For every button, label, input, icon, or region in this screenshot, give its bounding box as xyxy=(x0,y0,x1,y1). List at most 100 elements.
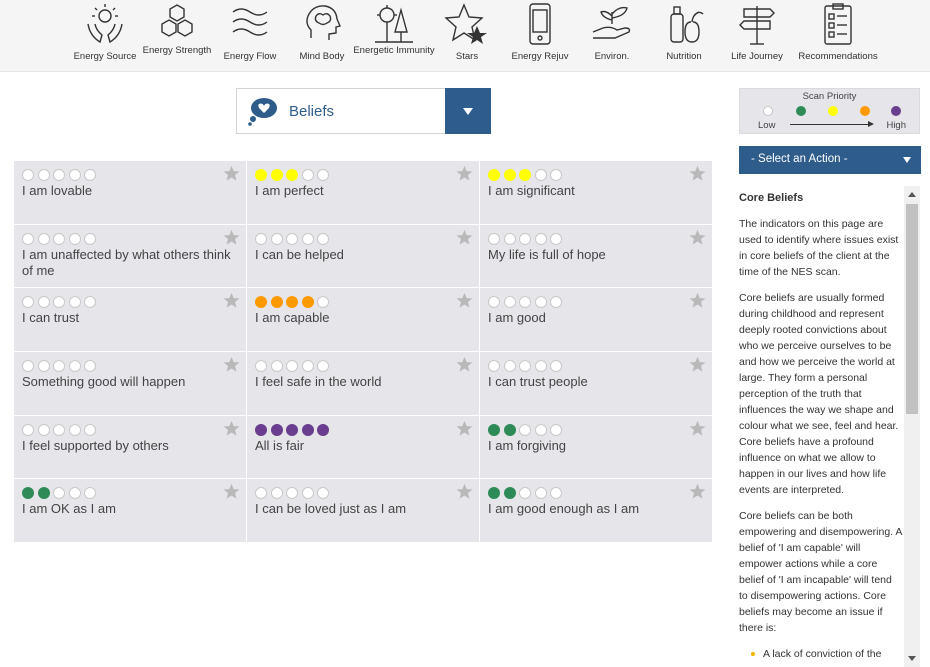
nav-environ[interactable]: Environ. xyxy=(575,0,649,72)
belief-label: All is fair xyxy=(255,437,305,453)
priority-dot xyxy=(286,169,298,181)
info-panel: Core Beliefs The indicators on this page… xyxy=(739,186,903,667)
belief-cell[interactable]: I am good enough as I am xyxy=(480,479,713,543)
priority-dot xyxy=(550,423,562,436)
favorite-star-icon[interactable] xyxy=(223,229,240,246)
priority-dot xyxy=(37,232,50,245)
scroll-down-icon[interactable] xyxy=(908,656,916,661)
favorite-star-icon[interactable] xyxy=(456,229,473,246)
info-scrollbar[interactable] xyxy=(904,186,920,667)
priority-dot xyxy=(534,169,547,181)
favorite-star-icon[interactable] xyxy=(456,292,473,309)
favorite-star-icon[interactable] xyxy=(689,292,706,309)
priority-dot xyxy=(22,423,34,436)
priority-dot xyxy=(488,423,500,436)
belief-cell[interactable]: I am perfect xyxy=(247,161,480,225)
belief-cell[interactable]: I can be helped xyxy=(247,224,480,289)
priority-dot xyxy=(255,296,267,309)
nav-energetic-immunity[interactable]: Energetic Immunity xyxy=(353,0,435,72)
belief-cell[interactable]: I can be loved just as I am xyxy=(247,479,480,543)
favorite-star-icon[interactable] xyxy=(223,483,240,500)
priority-dot xyxy=(270,360,283,372)
favorite-star-icon[interactable] xyxy=(223,165,240,182)
favorite-star-icon[interactable] xyxy=(689,229,706,246)
belief-cell[interactable]: My life is full of hope xyxy=(480,224,713,289)
favorite-star-icon[interactable] xyxy=(689,420,706,437)
priority-dot xyxy=(534,296,547,309)
belief-cell[interactable]: All is fair xyxy=(247,415,480,480)
belief-label: I can trust people xyxy=(488,374,588,389)
priority-dot xyxy=(488,169,500,181)
priority-dot xyxy=(550,232,562,245)
priority-dot xyxy=(301,232,314,245)
priority-dot xyxy=(519,423,531,436)
priority-dot xyxy=(286,296,298,309)
priority-dot xyxy=(22,232,34,245)
waves-icon xyxy=(227,2,273,46)
favorite-star-icon[interactable] xyxy=(456,483,473,500)
priority-dot xyxy=(255,232,267,245)
favorite-star-icon[interactable] xyxy=(689,356,706,373)
nav-energy-rejuv[interactable]: Energy Rejuv xyxy=(503,0,577,72)
nav-recommendations[interactable]: Recommendations xyxy=(798,0,878,72)
nav-life-journey[interactable]: Life Journey xyxy=(720,0,794,72)
priority-dot xyxy=(534,232,547,245)
priority-dot xyxy=(550,360,562,372)
belief-cell[interactable]: I am good xyxy=(480,288,713,352)
favorite-star-icon[interactable] xyxy=(223,292,240,309)
info-paragraph: Core beliefs are usually formed during c… xyxy=(739,292,899,496)
nav-energy-strength[interactable]: Energy Strength xyxy=(140,0,214,72)
virus-tree-icon xyxy=(371,2,417,46)
favorite-star-icon[interactable] xyxy=(223,420,240,437)
belief-cell[interactable]: I can trust people xyxy=(480,352,713,416)
category-dropdown-toggle[interactable] xyxy=(445,88,491,134)
priority-dot xyxy=(22,296,34,309)
priority-dot xyxy=(519,169,531,181)
favorite-star-icon[interactable] xyxy=(456,165,473,182)
belief-cell[interactable]: I am forgiving xyxy=(480,415,713,480)
favorite-star-icon[interactable] xyxy=(223,356,240,373)
belief-cell[interactable]: I am unaffected by what others think of … xyxy=(14,224,247,289)
select-action-dropdown[interactable]: - Select an Action - xyxy=(739,146,921,174)
nav-energy-source[interactable]: Energy Source xyxy=(68,0,142,72)
belief-cell[interactable]: Something good will happen xyxy=(14,352,247,416)
nav-nutrition[interactable]: Nutrition xyxy=(647,0,721,72)
priority-dot xyxy=(301,296,314,309)
priority-dot xyxy=(68,232,81,245)
priority-dot xyxy=(550,169,562,181)
belief-cell[interactable]: I am significant xyxy=(480,161,713,225)
legend-title: Scan Priority xyxy=(802,91,857,102)
hand-plant-icon xyxy=(589,2,635,46)
belief-cell[interactable]: I am capable xyxy=(247,288,480,352)
priority-dot xyxy=(270,169,283,181)
priority-dot xyxy=(519,360,531,372)
chevron-down-icon xyxy=(463,108,473,115)
favorite-star-icon[interactable] xyxy=(689,165,706,182)
nav-mind-body[interactable]: Mind Body xyxy=(285,0,359,72)
scroll-up-icon[interactable] xyxy=(908,192,916,197)
legend-low-label: Low xyxy=(758,120,776,131)
nav-stars[interactable]: Stars xyxy=(430,0,504,72)
favorite-star-icon[interactable] xyxy=(689,483,706,500)
scan-priority-legend: Scan Priority Low High xyxy=(739,88,920,134)
nav-energy-flow[interactable]: Energy Flow xyxy=(213,0,287,72)
priority-dot xyxy=(317,232,329,245)
priority-dot xyxy=(53,169,65,181)
clipboard-icon xyxy=(815,2,861,46)
belief-cell[interactable]: I feel safe in the world xyxy=(247,352,480,416)
belief-cell[interactable]: I feel supported by others xyxy=(14,415,247,480)
priority-dot xyxy=(503,232,516,245)
belief-cell[interactable]: I am OK as I am xyxy=(14,479,247,543)
priority-dot xyxy=(317,360,329,372)
favorite-star-icon[interactable] xyxy=(456,356,473,373)
info-title: Core Beliefs xyxy=(739,192,804,204)
thought-heart-icon xyxy=(247,96,279,126)
category-dropdown[interactable]: Beliefs xyxy=(236,88,491,134)
belief-cell[interactable]: I can trust xyxy=(14,288,247,352)
favorite-star-icon[interactable] xyxy=(456,420,473,437)
belief-cell[interactable]: I am lovable xyxy=(14,161,247,225)
scrollbar-thumb[interactable] xyxy=(906,204,918,414)
priority-dot xyxy=(317,487,329,500)
priority-dot xyxy=(519,232,531,245)
brain-head-icon xyxy=(299,2,345,46)
